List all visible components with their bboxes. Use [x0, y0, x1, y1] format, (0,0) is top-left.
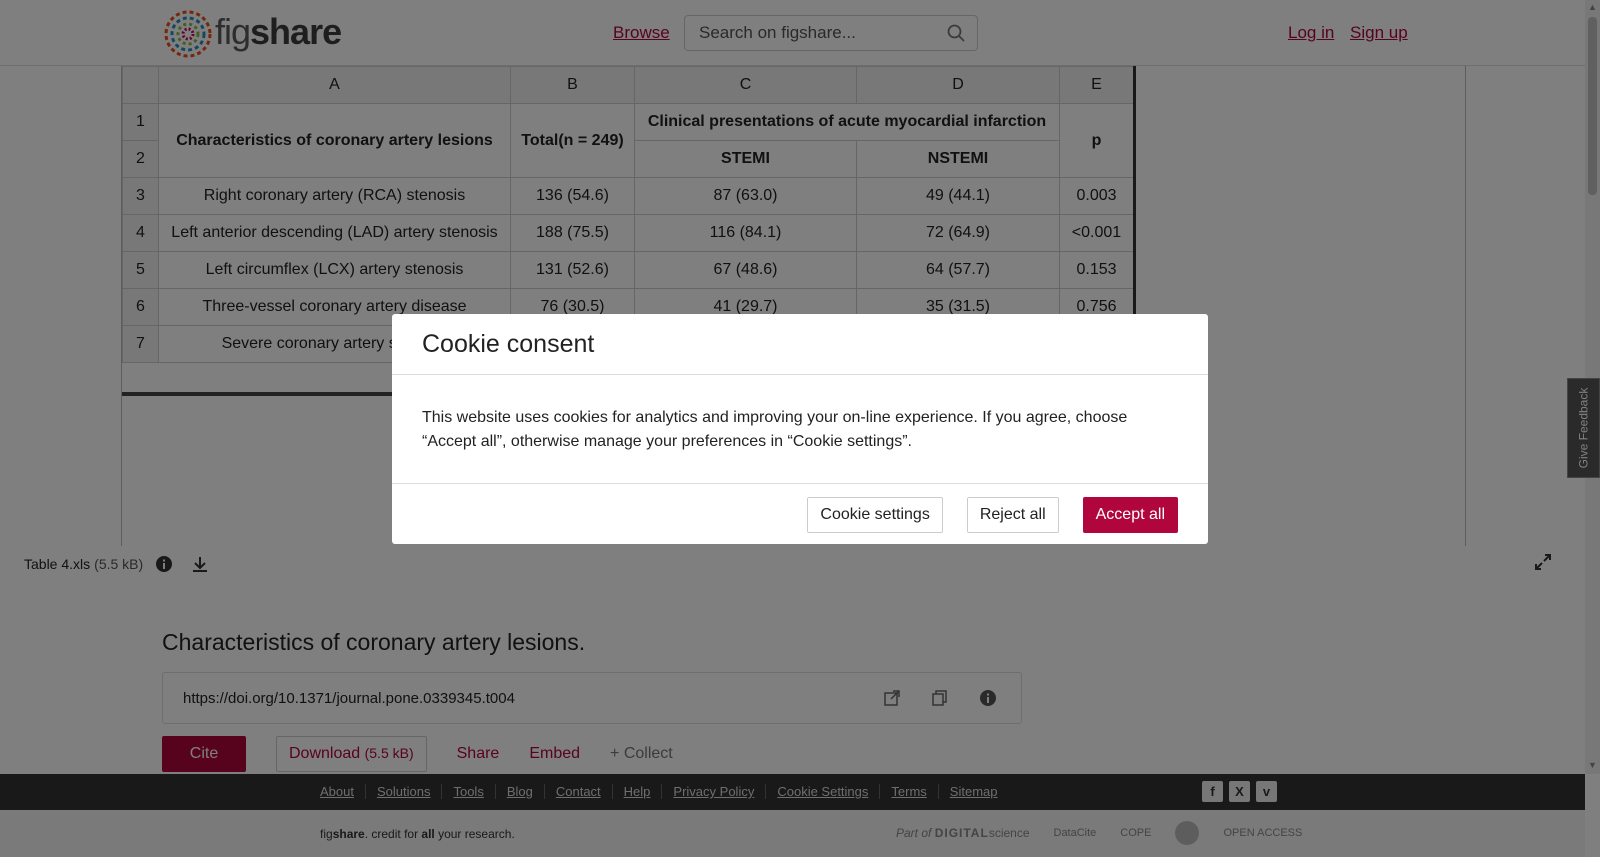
dialog-divider [392, 374, 1208, 375]
cookie-dialog-text: This website uses cookies for analytics … [422, 409, 1128, 450]
cookie-dialog-title: Cookie consent [422, 330, 595, 358]
cookie-consent-dialog: Cookie consent This website uses cookies… [392, 314, 1208, 544]
cookie-dialog-buttons: Cookie settings Reject all Accept all [807, 497, 1178, 533]
reject-all-button[interactable]: Reject all [966, 497, 1059, 533]
cookie-settings-button[interactable]: Cookie settings [807, 497, 943, 533]
dialog-divider [392, 483, 1208, 484]
accept-all-button[interactable]: Accept all [1082, 497, 1178, 533]
